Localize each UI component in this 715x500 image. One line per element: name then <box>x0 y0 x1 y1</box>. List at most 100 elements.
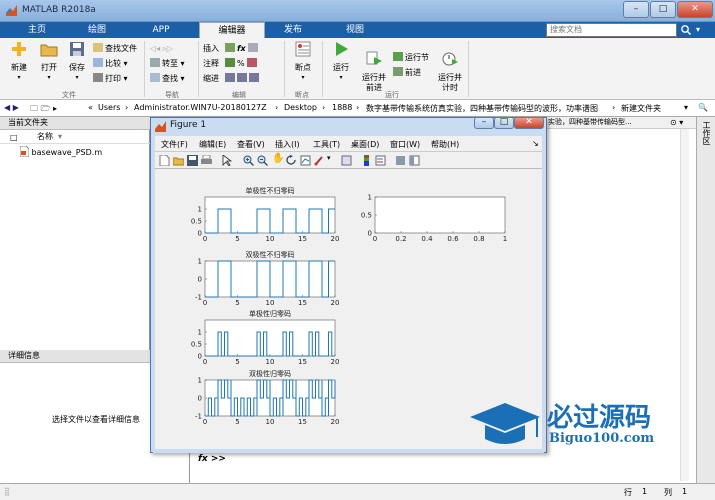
pointer-icon[interactable] <box>221 155 232 166</box>
compare-button[interactable]: 比较 ▾ <box>93 58 128 70</box>
tab-editor[interactable]: 编辑器 <box>199 22 265 38</box>
zoom-out-icon[interactable] <box>257 155 268 166</box>
run-and-advance-button[interactable]: 运行并 前进 <box>360 41 388 93</box>
search-icon[interactable] <box>680 24 692 36</box>
file-row[interactable]: basewave_PSD.m <box>19 145 102 158</box>
x-tick-label: 20 <box>331 299 340 307</box>
brush-icon[interactable] <box>314 155 325 166</box>
search-documentation-input[interactable]: 搜索文档 <box>546 23 677 37</box>
x-tick-label: 0 <box>203 418 207 426</box>
run-label: 运行 <box>333 63 349 72</box>
comment-icon[interactable] <box>225 58 235 67</box>
separator <box>144 41 145 97</box>
run-button[interactable]: 运行 ▾ <box>328 41 354 83</box>
figure-minimize-button[interactable]: – <box>474 117 494 129</box>
insert-dropdown-icon[interactable] <box>248 43 259 52</box>
find-button[interactable]: 查找 ▾ <box>150 73 185 85</box>
new-figure-icon[interactable] <box>159 155 170 166</box>
new-label: 新建 <box>11 63 27 72</box>
x-tick-label: 0.6 <box>447 235 459 243</box>
x-tick-label: 20 <box>331 235 340 243</box>
menu-view[interactable]: 查看(V) <box>237 139 265 150</box>
minimize-button[interactable]: – <box>623 1 649 18</box>
tab-plots[interactable]: 绘图 <box>62 22 132 38</box>
save-button[interactable]: 保存 ▾ <box>64 41 90 83</box>
tab-view[interactable]: 视图 <box>320 22 390 38</box>
menubar-dock-icon[interactable]: ↘ <box>532 139 539 148</box>
back-forward-buttons[interactable]: ◁◂ ▹▷ <box>150 43 173 55</box>
indent-icon[interactable] <box>237 73 247 82</box>
fx-icon[interactable]: fx <box>237 44 246 53</box>
wrap-comment-icon[interactable] <box>247 58 258 67</box>
brush-dropdown-icon[interactable]: ▾ <box>327 154 331 162</box>
panel-controls-icon[interactable]: ⊙ ▾ <box>670 118 683 127</box>
goto-button[interactable]: 转至 ▾ <box>150 58 185 70</box>
x-tick-label: 0 <box>373 235 377 243</box>
zoom-in-icon[interactable] <box>243 155 254 166</box>
outdent-icon[interactable] <box>249 73 259 82</box>
indent-button[interactable]: 缩进 <box>203 73 219 85</box>
ribbon-options-icon[interactable]: ▾ <box>696 25 700 34</box>
print-icon[interactable] <box>201 155 212 166</box>
pan-icon[interactable]: ✋ <box>272 153 284 164</box>
run-section-button[interactable]: 运行节 <box>393 52 429 64</box>
address-crumb-admin[interactable]: Administrator.WIN7U-20180127Z <box>134 103 267 112</box>
menu-desktop[interactable]: 桌面(D) <box>351 139 379 150</box>
comment-button[interactable]: 注释 <box>203 58 219 70</box>
menu-file[interactable]: 文件(F) <box>161 139 188 150</box>
insert-section-icon[interactable] <box>225 43 235 52</box>
menu-insert[interactable]: 插入(I) <box>275 139 300 150</box>
legend-icon[interactable] <box>375 155 386 166</box>
editor-scrollbar[interactable] <box>680 129 689 361</box>
open-button[interactable]: 打开 ▾ <box>36 41 62 83</box>
address-crumb-experiment[interactable]: 数字基带传输系统仿真实验，四种基带传输码型的波形，功率谱图 <box>366 103 598 114</box>
menu-edit[interactable]: 编辑(E) <box>199 139 226 150</box>
close-button[interactable]: ✕ <box>677 1 713 18</box>
status-grip-icon: ⣿ <box>4 487 10 496</box>
back-icon[interactable]: ◀ ▶ <box>4 103 19 112</box>
address-crumb-newfolder[interactable]: 新建文件夹 <box>621 103 661 114</box>
workspace-label[interactable]: 工作区 <box>701 121 712 145</box>
tab-apps[interactable]: APP <box>126 22 196 38</box>
x-tick-label: 0.8 <box>473 235 484 243</box>
open-icon[interactable] <box>173 155 184 166</box>
link-icon[interactable] <box>341 155 352 166</box>
address-crumb-users[interactable]: Users <box>98 103 120 112</box>
maximize-button[interactable]: □ <box>650 1 676 18</box>
hide-plot-tools-icon[interactable] <box>395 155 406 166</box>
new-button[interactable]: 新建 ▾ <box>6 41 32 83</box>
save-icon[interactable] <box>187 155 198 166</box>
insert-button[interactable]: 插入 <box>203 43 219 55</box>
smart-indent-icon[interactable] <box>225 73 235 82</box>
tab-publish[interactable]: 发布 <box>258 22 328 38</box>
figure-maximize-button[interactable]: □ <box>494 117 514 129</box>
address-dropdown-icon[interactable]: ▾ <box>684 103 688 112</box>
address-folder-icons[interactable]: 🗀 🗁 ▸ <box>30 103 57 117</box>
address-crumb-desktop[interactable]: Desktop <box>284 103 317 112</box>
colorbar-icon[interactable] <box>361 155 372 166</box>
address-crumb-root[interactable]: « <box>88 103 93 112</box>
run-and-time-button[interactable]: 运行并 计时 <box>436 41 464 93</box>
menu-help[interactable]: 帮助(H) <box>431 139 459 150</box>
status-col-label: 列 <box>664 488 672 497</box>
advance-button[interactable]: 前进 <box>393 67 421 79</box>
show-plot-tools-icon[interactable] <box>409 155 420 166</box>
breakpoints-button[interactable]: 断点 ▾ <box>290 41 316 83</box>
menu-tools[interactable]: 工具(T) <box>313 139 340 150</box>
y-tick-label: 0.5 <box>361 212 372 220</box>
print-button[interactable]: 打印 ▾ <box>93 73 128 85</box>
address-crumb-1888[interactable]: 1888 <box>332 103 352 112</box>
menu-window[interactable]: 窗口(W) <box>390 139 420 150</box>
group-edit-label: 编辑 <box>232 91 246 99</box>
browse-icon[interactable]: 🔍 <box>698 103 708 112</box>
data-cursor-icon[interactable] <box>300 155 311 166</box>
workspace-side-panel[interactable]: 工作区 <box>696 117 715 483</box>
find-files-button[interactable]: 查找文件 <box>93 43 137 55</box>
figure-close-button[interactable]: ✕ <box>514 117 544 129</box>
column-name-header[interactable]: 名称 <box>37 130 53 143</box>
sort-indicator-icon[interactable]: ▾ <box>58 130 62 143</box>
separator <box>284 41 285 97</box>
address-bar[interactable]: ◀ ▶ 🗀 🗁 ▸ « Users › Administrator.WIN7U-… <box>0 100 715 117</box>
rotate-icon[interactable] <box>286 155 297 166</box>
m-file-icon <box>19 145 30 158</box>
